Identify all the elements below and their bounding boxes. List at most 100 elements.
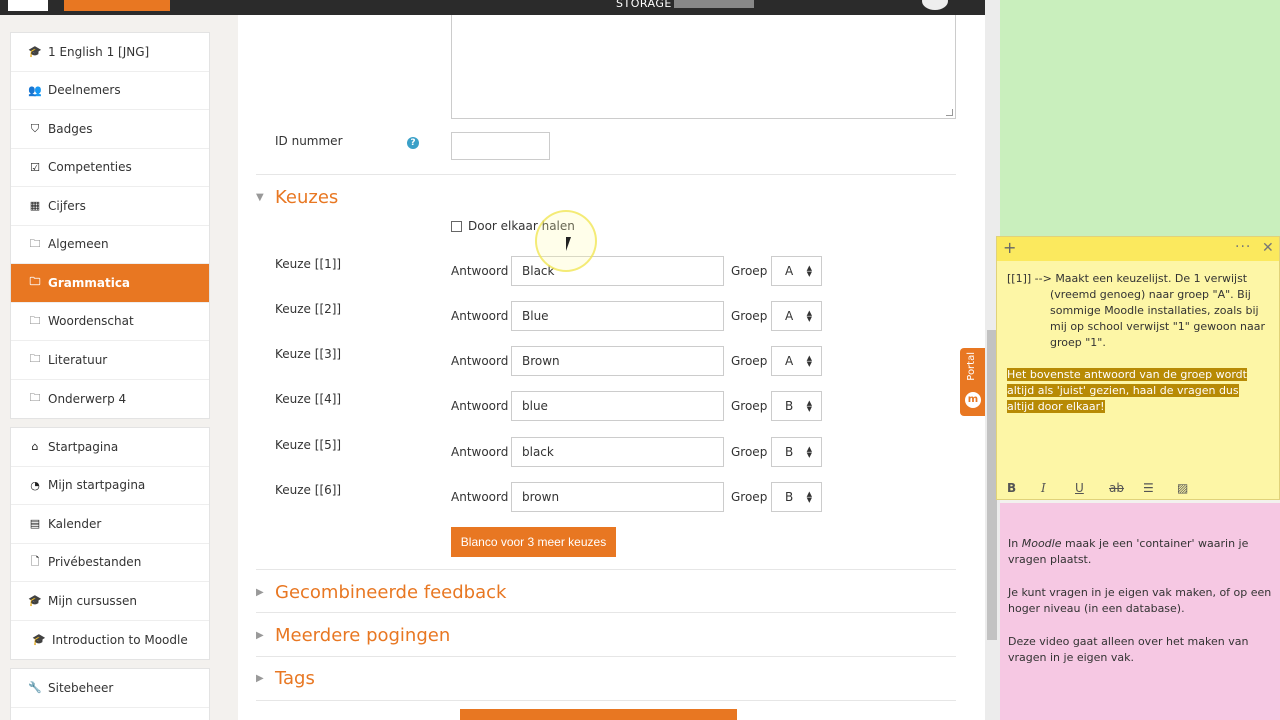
more-options-icon[interactable]: ···	[1235, 239, 1251, 255]
answer-label: Antwoord	[451, 264, 509, 278]
group-select-value: B	[785, 445, 794, 459]
help-icon[interactable]: ?	[407, 137, 419, 149]
sidebar-item-1-english-1-jng[interactable]: 🎓 1 English 1 [JNG]	[11, 33, 209, 72]
add-note-icon[interactable]: +	[1003, 238, 1016, 257]
portal-label: Portal	[966, 352, 977, 381]
blank-more-choices-button[interactable]: Blanco voor 3 meer keuzes	[451, 527, 616, 557]
group-select[interactable]: A ▲ ▼	[771, 256, 822, 286]
sidebar-item-label: Deelnemers	[48, 83, 121, 98]
id-number-input[interactable]	[451, 132, 550, 160]
choice-label: Keuze [[4]]	[275, 392, 342, 406]
sidebar-item-literatuur[interactable]: 🗀 Literatuur	[11, 341, 209, 380]
general-feedback-textarea[interactable]	[451, 15, 956, 119]
note-text: [[1]] --> Maakt een keuzelijst. De 1 ver…	[1007, 272, 1266, 349]
sidebar-item-startpagina[interactable]: ⌂ Startpagina	[11, 428, 209, 467]
sidebar-item-label: Woordenschat	[48, 314, 134, 329]
graduation-cap-icon: 🎓	[28, 45, 42, 59]
sidebar-item-mijn-cursussen[interactable]: 🎓 Mijn cursussen	[11, 582, 209, 621]
admin-nav-group: 🔧 Sitebeheer +Blok toevoegen	[10, 668, 210, 720]
answer-input[interactable]: black	[511, 437, 724, 467]
group-select-value: A	[785, 264, 794, 278]
answer-label: Antwoord	[451, 445, 509, 459]
sidebar-item-cijfers[interactable]: ▦ Cijfers	[11, 187, 209, 226]
section-title: Meerdere pogingen	[275, 625, 451, 646]
course-nav-group: 🎓 1 English 1 [JNG] 👥 Deelnemers ⛉ Badges ☑ Com…	[10, 32, 210, 419]
group-select-value: B	[785, 490, 794, 504]
avatar[interactable]	[922, 0, 948, 10]
section-combined-feedback[interactable]: ▶ Gecombineerde feedback	[256, 582, 506, 603]
site-logo[interactable]	[8, 0, 48, 11]
group-select[interactable]: B ▲ ▼	[771, 391, 822, 421]
calendar-icon: ▤	[29, 517, 41, 531]
choice-label: Keuze [[3]]	[275, 347, 342, 361]
answer-input[interactable]: Blue	[511, 301, 724, 331]
brand-button[interactable]	[64, 0, 170, 11]
sticky-note-green[interactable]	[1000, 0, 1280, 236]
resize-grip[interactable]	[946, 109, 953, 116]
sidebar-item-introduction-to-moodle[interactable]: 🎓 Introduction to Moodle	[11, 621, 209, 660]
note-paragraph: Je kunt vragen in je eigen vak maken, of…	[1008, 586, 1272, 615]
section-multiple-tries[interactable]: ▶ Meerdere pogingen	[256, 625, 450, 646]
bold-icon[interactable]: B	[1007, 481, 1041, 495]
sidebar-item-label: Kalender	[48, 516, 102, 531]
group-label: Groep	[731, 354, 768, 368]
group-select[interactable]: B ▲ ▼	[771, 482, 822, 512]
main-content: ID nummer ? ▼ Keuzes Door elkaar halen K…	[238, 15, 985, 720]
shield-icon: ⛉	[30, 121, 40, 135]
sidebar-item-onderwerp-4[interactable]: 🗀 Onderwerp 4	[11, 380, 209, 419]
sidebar-item-label: Privébestanden	[48, 555, 142, 570]
sidebar-item-label: Sitebeheer	[48, 680, 114, 695]
save-button[interactable]	[460, 709, 737, 720]
shuffle-checkbox[interactable]	[451, 221, 462, 232]
sidebar-item-deelnemers[interactable]: 👥 Deelnemers	[11, 72, 209, 110]
sticky-note-pink[interactable]: In Moodle maak je een 'container' waarin…	[1000, 503, 1280, 720]
portal-tab[interactable]: Portal m	[960, 348, 985, 416]
caret-right-icon: ▶	[256, 673, 264, 684]
choice-label: Keuze [[6]]	[275, 483, 342, 497]
sidebar-item-kalender[interactable]: ▤ Kalender	[11, 505, 209, 544]
sidebar-item-label: Badges	[48, 121, 93, 136]
sidebar-item-grammatica[interactable]: 🗀 Grammatica	[11, 264, 209, 303]
answer-input[interactable]: blue	[511, 391, 724, 421]
strikethrough-icon[interactable]: ab	[1109, 481, 1143, 495]
users-icon: 👥	[28, 83, 42, 97]
section-keuzes[interactable]: ▼ Keuzes	[256, 187, 338, 208]
answer-input[interactable]: Brown	[511, 346, 724, 376]
group-select-value: B	[785, 399, 794, 413]
sidebar-item-competenties[interactable]: ☑ Competenties	[11, 149, 209, 187]
sticky-note-yellow[interactable]: + ··· ✕ [[1]] --> Maakt een keuzelijst. …	[996, 236, 1280, 500]
sidebar-item-label: 1 English 1 [JNG]	[48, 44, 150, 59]
sidebar-item-algemeen[interactable]: 🗀 Algemeen	[11, 226, 209, 264]
underline-icon[interactable]: U	[1075, 481, 1109, 495]
group-select[interactable]: A ▲ ▼	[771, 346, 822, 376]
answer-label: Antwoord	[451, 309, 509, 323]
graduation-cap-icon: 🎓	[28, 594, 42, 608]
answer-input[interactable]: brown	[511, 482, 724, 512]
select-arrows-icon: ▲ ▼	[806, 490, 812, 504]
close-icon[interactable]: ✕	[1262, 240, 1274, 256]
wrench-icon: 🔧	[28, 681, 42, 695]
answer-label: Antwoord	[451, 490, 509, 504]
sidebar-item-mijn-startpagina[interactable]: ◔ Mijn startpagina	[11, 467, 209, 505]
answer-label: Antwoord	[451, 399, 509, 413]
note-highlighted-text: Het bovenste antwoord van de groep wordt…	[1007, 368, 1247, 413]
sidebar-item-label: Cijfers	[48, 198, 86, 213]
section-tags[interactable]: ▶ Tags	[256, 668, 315, 689]
image-icon[interactable]: ▨	[1177, 481, 1211, 495]
sidebar-item-label: Competenties	[48, 160, 132, 175]
choice-label: Keuze [[1]]	[275, 257, 342, 271]
section-title: Gecombineerde feedback	[275, 582, 507, 603]
sidebar-item-sitebeheer[interactable]: 🔧 Sitebeheer	[11, 669, 209, 708]
group-select[interactable]: B ▲ ▼	[771, 437, 822, 467]
group-select[interactable]: A ▲ ▼	[771, 301, 822, 331]
sidebar-item-prive-bestanden[interactable]: 🗋 Privébestanden	[11, 544, 209, 582]
note-body[interactable]: [[1]] --> Maakt een keuzelijst. De 1 ver…	[997, 261, 1279, 415]
italic-icon[interactable]: I	[1041, 481, 1075, 495]
site-nav-group: ⌂ Startpagina ◔ Mijn startpagina ▤ Kalender 🗋 P…	[10, 427, 210, 660]
sidebar-item-badges[interactable]: ⛉ Badges	[11, 110, 209, 149]
sidebar-item-blok-toevoegen[interactable]: +Blok toevoegen	[11, 708, 209, 720]
top-navbar: STORAGE	[0, 0, 985, 15]
select-arrows-icon: ▲ ▼	[806, 445, 812, 459]
sidebar-item-woordenschat[interactable]: 🗀 Woordenschat	[11, 303, 209, 341]
list-icon[interactable]: ☰	[1143, 481, 1177, 495]
